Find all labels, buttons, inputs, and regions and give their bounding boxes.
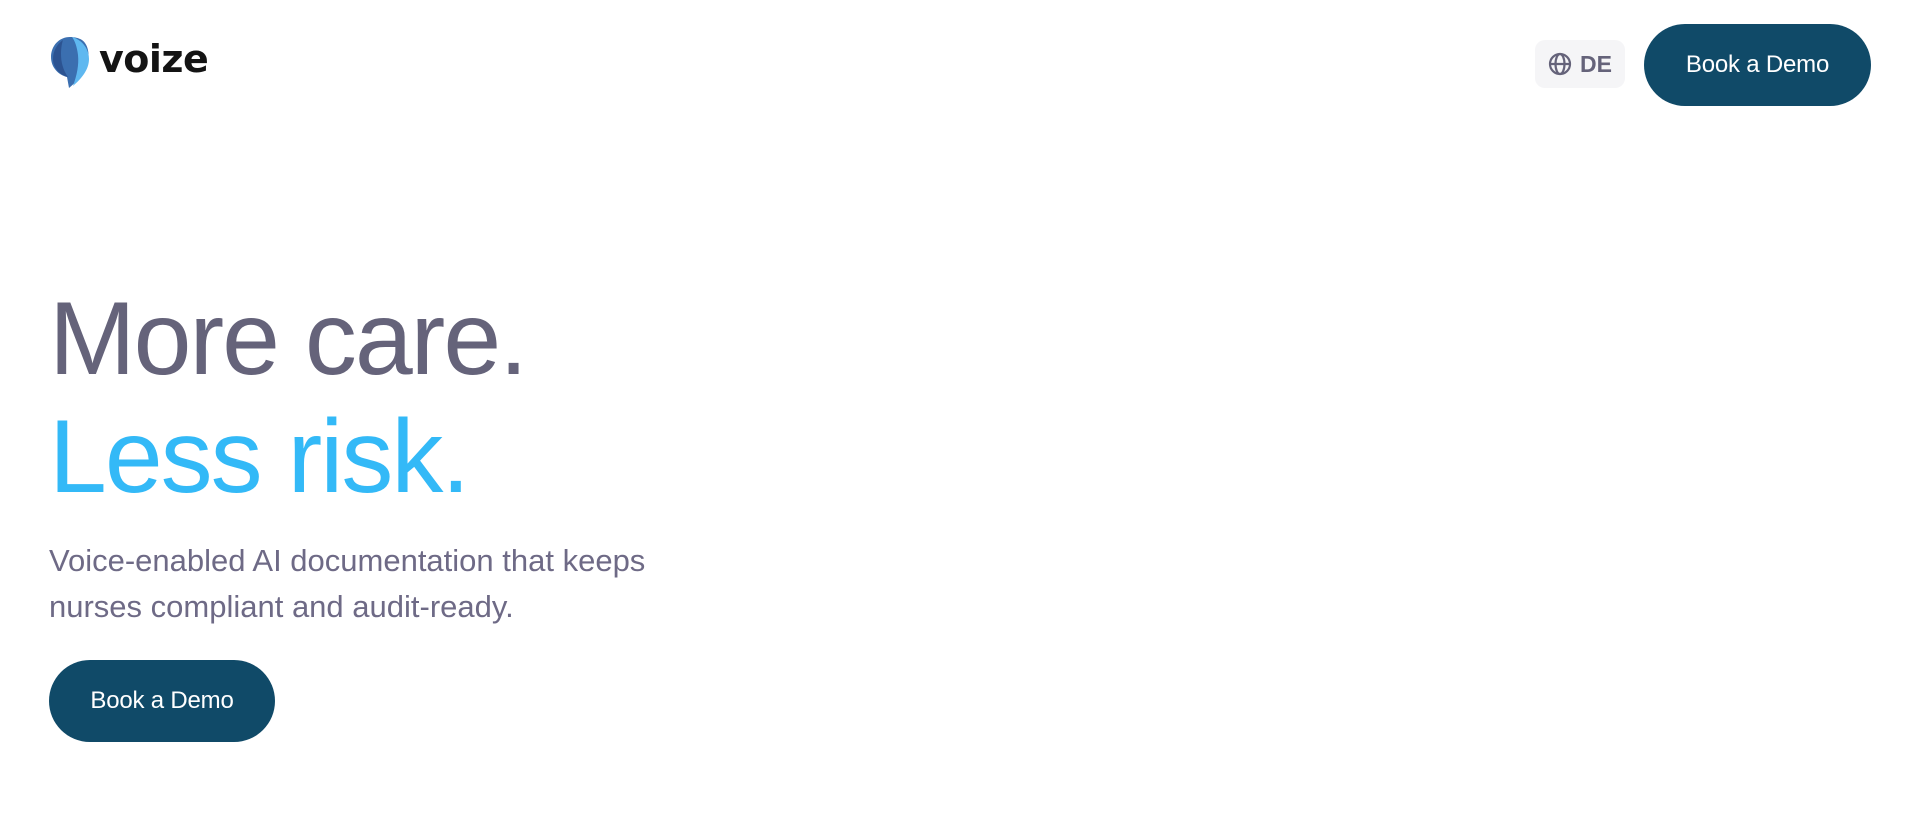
site-header: voize DE Book a Demo	[0, 0, 1917, 130]
logo-icon	[51, 37, 89, 88]
logo-text: voize	[99, 37, 209, 81]
hero-book-demo-button[interactable]: Book a Demo	[49, 660, 275, 742]
language-switch[interactable]: DE	[1535, 40, 1625, 88]
logo-link[interactable]: voize	[49, 35, 209, 89]
header-book-demo-button[interactable]: Book a Demo	[1644, 24, 1871, 106]
landing-page: voize DE Book a Demo More care. Less ris…	[0, 0, 1917, 837]
headline-line-1: More care.	[49, 281, 528, 397]
language-label: DE	[1580, 50, 1612, 77]
hero-headline: More care. Less risk.	[49, 280, 849, 516]
hero-subheadline: Voice-enabled AI documentation that keep…	[49, 543, 646, 624]
headline-line-2: Less risk.	[49, 399, 470, 515]
globe-icon	[1548, 52, 1572, 76]
